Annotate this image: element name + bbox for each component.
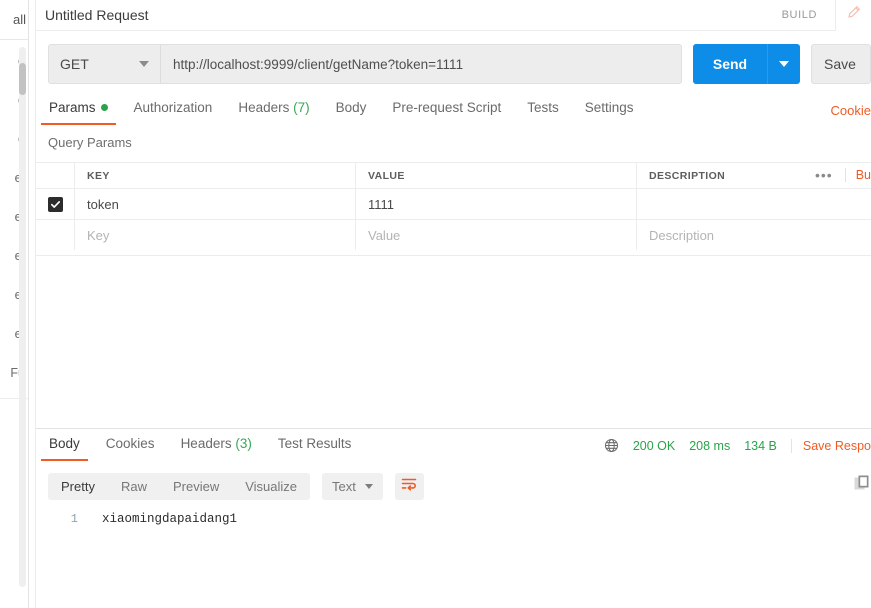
- tab-pre-request-script[interactable]: Pre-request Script: [379, 96, 514, 125]
- cookies-link[interactable]: Cookie: [831, 103, 871, 118]
- status-code: 200 OK: [632, 438, 676, 453]
- page-title: Untitled Request: [45, 7, 149, 23]
- tab-label: Settings: [584, 100, 634, 115]
- tab-count: (3): [235, 436, 252, 451]
- more-options-icon[interactable]: •••: [803, 167, 845, 183]
- checkbox-checked-icon[interactable]: [47, 196, 63, 212]
- save-button[interactable]: Save: [811, 44, 871, 84]
- response-body-toolbar: Pretty Raw Preview Visualize Text: [48, 473, 424, 500]
- tab-label: Tests: [527, 100, 559, 115]
- tab-label: Body: [49, 436, 80, 451]
- tab-label: Headers: [238, 100, 290, 115]
- response-body-code: 1 xiaomingdapaidang1: [48, 508, 871, 530]
- tab-authorization[interactable]: Authorization: [121, 96, 226, 125]
- build-label: BUILD: [781, 9, 817, 21]
- sidebar-header-label: all: [12, 12, 26, 27]
- tab-label: Authorization: [133, 100, 213, 115]
- row-key-placeholder[interactable]: Key: [75, 220, 356, 250]
- header-right-group: BUILD: [782, 0, 871, 31]
- tab-label: Cookies: [105, 436, 155, 451]
- table-header-check-cell: [36, 163, 75, 188]
- word-wrap-icon: [401, 477, 417, 496]
- sidebar-scrollbar-track[interactable]: [19, 47, 26, 587]
- row-checkbox-cell[interactable]: [36, 189, 75, 219]
- row-checkbox-cell[interactable]: [36, 220, 75, 250]
- sidebar-divider-line: [28, 0, 29, 608]
- postman-window: all o o o et et et et et Fu Untitled Req…: [0, 0, 871, 608]
- tab-settings[interactable]: Settings: [572, 96, 647, 125]
- tab-label: Params: [49, 100, 96, 115]
- http-method-label: GET: [60, 56, 89, 72]
- tab-headers[interactable]: Headers (7): [225, 96, 322, 125]
- row-key[interactable]: token: [75, 189, 356, 219]
- row-value[interactable]: 1111: [356, 189, 637, 219]
- pencil-icon: [846, 5, 861, 25]
- response-size: 134 B: [744, 438, 777, 453]
- http-method-selector[interactable]: GET: [48, 44, 160, 84]
- table-tools: ••• Bu: [803, 162, 871, 188]
- table-row-empty[interactable]: Key Value Description: [36, 219, 871, 250]
- response-separator: [36, 428, 871, 429]
- request-tabs: Params Authorization Headers (7) Body Pr…: [36, 96, 871, 126]
- tab-params[interactable]: Params: [36, 96, 121, 125]
- table-bottom-border: [36, 255, 871, 256]
- tab-count: (7): [293, 100, 310, 115]
- view-mode-visualize[interactable]: Visualize: [232, 479, 310, 494]
- chevron-down-icon: [364, 484, 373, 489]
- send-button[interactable]: Send: [693, 44, 767, 84]
- main-pane: Untitled Request BUILD GET http://localh…: [36, 0, 871, 608]
- tab-label: Body: [335, 100, 367, 115]
- sidebar-scrollbar-thumb[interactable]: [19, 63, 26, 95]
- chevron-down-icon: [139, 61, 149, 67]
- format-label: Text: [332, 479, 356, 494]
- response-time: 208 ms: [689, 438, 731, 453]
- line-text: xiaomingdapaidang1: [102, 512, 238, 526]
- url-input[interactable]: http://localhost:9999/client/getName?tok…: [160, 44, 682, 84]
- table-header-row: KEY VALUE DESCRIPTION: [36, 162, 871, 188]
- query-params-table: KEY VALUE DESCRIPTION token 1111 Key Val…: [36, 162, 871, 250]
- tab-tests[interactable]: Tests: [514, 96, 572, 125]
- column-header-key: KEY: [75, 163, 356, 188]
- table-row[interactable]: token 1111: [36, 188, 871, 219]
- send-options-button[interactable]: [767, 44, 800, 84]
- line-number: 1: [70, 512, 78, 526]
- url-bar: GET http://localhost:9999/client/getName…: [48, 44, 871, 84]
- word-wrap-button[interactable]: [394, 473, 424, 500]
- view-mode-pretty[interactable]: Pretty: [48, 479, 108, 494]
- row-value-placeholder[interactable]: Value: [356, 220, 637, 250]
- response-tab-headers[interactable]: Headers (3): [168, 432, 265, 461]
- row-description[interactable]: [637, 189, 871, 219]
- tab-body[interactable]: Body: [323, 96, 380, 125]
- save-response-link[interactable]: Save Respo: [790, 438, 871, 453]
- request-header: Untitled Request BUILD: [36, 0, 871, 31]
- sidebar-header: all: [0, 0, 28, 40]
- response-format-selector[interactable]: Text: [322, 473, 383, 500]
- tab-label: Test Results: [277, 436, 352, 451]
- response-status-bar: 200 OK 208 ms 134 B Save Respo: [604, 438, 871, 453]
- code-line: 1 xiaomingdapaidang1: [48, 508, 871, 530]
- edit-request-button[interactable]: [835, 0, 871, 31]
- copy-response-button[interactable]: [853, 474, 871, 497]
- view-mode-preview[interactable]: Preview: [160, 479, 232, 494]
- bulk-edit-link[interactable]: Bu: [844, 168, 871, 182]
- tab-label: Headers: [180, 436, 232, 451]
- tab-label: Pre-request Script: [392, 100, 502, 115]
- send-group: Send: [693, 44, 800, 84]
- globe-icon: [604, 438, 619, 453]
- query-params-label: Query Params: [48, 135, 132, 150]
- chevron-down-icon: [779, 61, 789, 67]
- row-description-placeholder[interactable]: Description: [637, 220, 871, 250]
- response-tab-cookies[interactable]: Cookies: [93, 432, 168, 461]
- column-header-value: VALUE: [356, 163, 637, 188]
- response-tabs: Body Cookies Headers (3) Test Results: [36, 432, 364, 461]
- sidebar: all o o o et et et et et Fu: [0, 0, 28, 608]
- url-text: http://localhost:9999/client/getName?tok…: [173, 56, 464, 72]
- response-tab-test-results[interactable]: Test Results: [265, 432, 365, 461]
- response-tab-body[interactable]: Body: [36, 432, 93, 461]
- view-mode-raw[interactable]: Raw: [108, 479, 160, 494]
- unsaved-dot-icon: [100, 104, 108, 111]
- view-mode-group: Pretty Raw Preview Visualize: [48, 473, 311, 500]
